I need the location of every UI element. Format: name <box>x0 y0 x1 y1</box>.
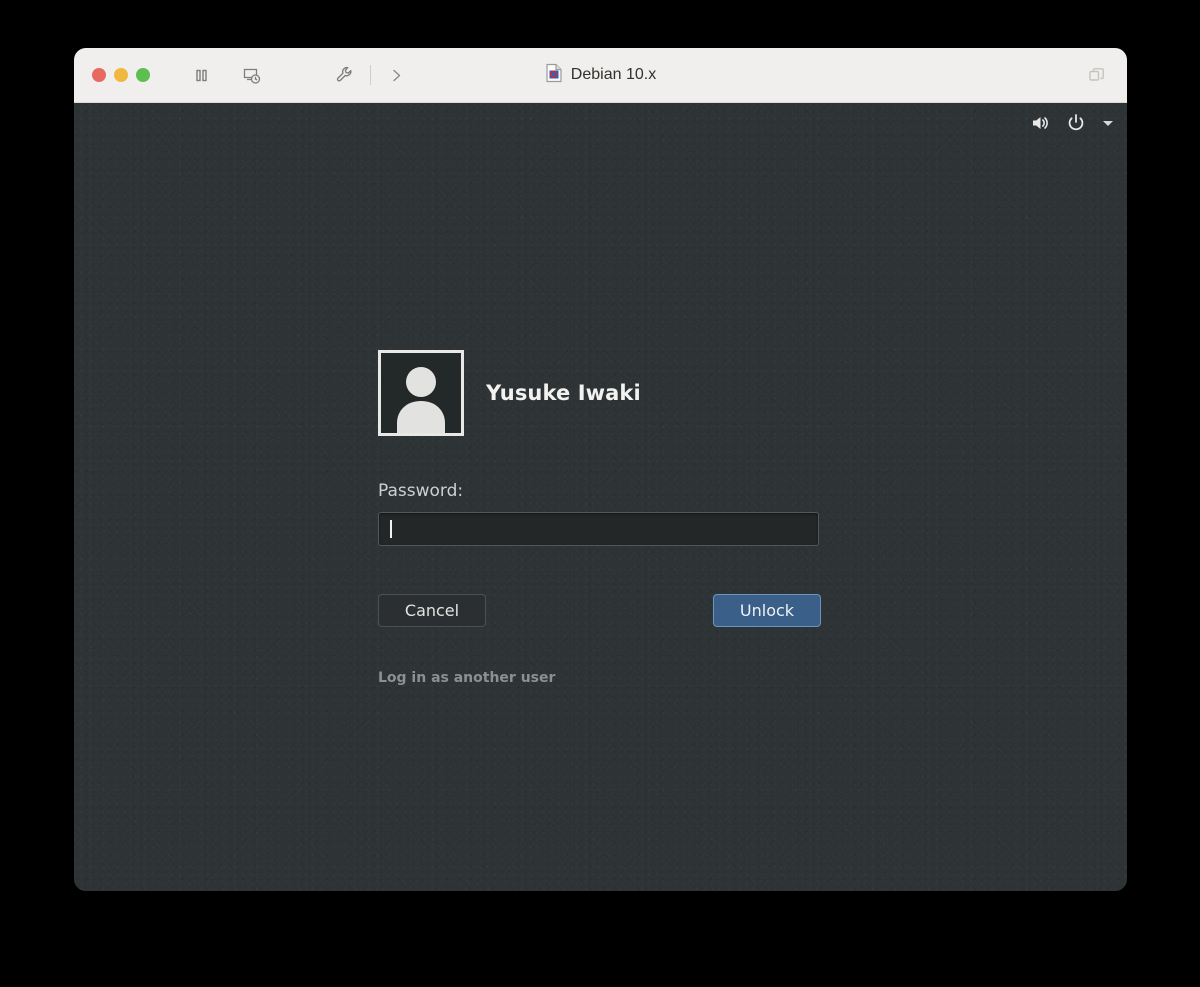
maximize-window-button[interactable] <box>136 68 150 82</box>
chevron-right-icon[interactable] <box>379 58 413 92</box>
username-label: Yusuke Iwaki <box>486 381 641 405</box>
action-button-row: Cancel Unlock <box>378 594 821 627</box>
window-titlebar: Debian 10.x <box>74 48 1127 103</box>
vm-settings-group <box>328 58 413 92</box>
pause-icon[interactable] <box>184 58 218 92</box>
minimize-window-button[interactable] <box>114 68 128 82</box>
cancel-button[interactable]: Cancel <box>378 594 486 627</box>
debian-document-icon <box>545 63 563 87</box>
password-input[interactable] <box>392 513 818 545</box>
login-form: Yusuke Iwaki Password: Cancel Unlock Log… <box>378 350 878 686</box>
vm-control-group <box>184 58 268 92</box>
volume-icon[interactable] <box>1029 112 1051 134</box>
user-row: Yusuke Iwaki <box>378 350 878 436</box>
log-in-as-another-user-link[interactable]: Log in as another user <box>378 670 555 686</box>
toolbar-divider <box>370 65 371 85</box>
chevron-down-icon[interactable] <box>1101 116 1115 130</box>
wrench-icon[interactable] <box>328 58 362 92</box>
snapshot-icon[interactable] <box>234 58 268 92</box>
restore-window-icon[interactable] <box>1087 48 1107 102</box>
default-user-avatar <box>378 350 464 436</box>
close-window-button[interactable] <box>92 68 106 82</box>
gdm-greeter-desktop: Yusuke Iwaki Password: Cancel Unlock Log… <box>74 103 1127 891</box>
vm-window: Debian 10.x Yusuke Iwaki Password: Cance… <box>74 48 1127 891</box>
system-tray <box>1029 103 1115 143</box>
unlock-button[interactable]: Unlock <box>713 594 821 627</box>
power-icon[interactable] <box>1065 112 1087 134</box>
traffic-light-group <box>92 68 150 82</box>
password-field-wrapper[interactable] <box>378 512 819 546</box>
password-label: Password: <box>378 481 464 501</box>
window-title: Debian 10.x <box>570 66 657 83</box>
